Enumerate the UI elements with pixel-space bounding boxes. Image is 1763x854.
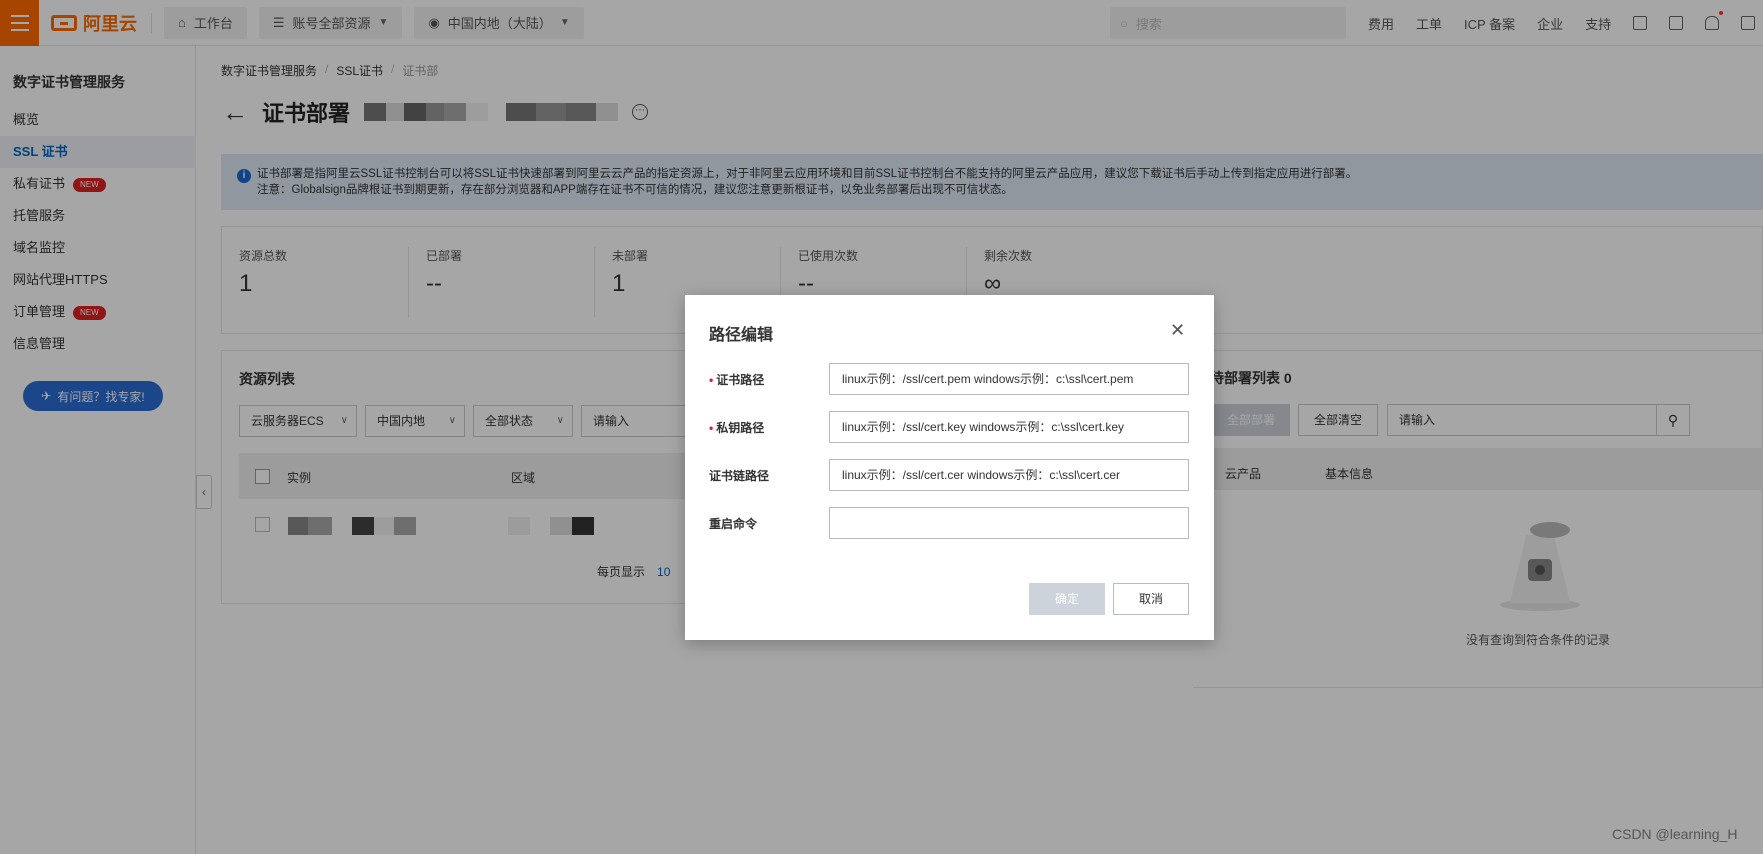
close-icon[interactable]: ✕ (1170, 321, 1185, 339)
dialog-title: 路径编辑 (709, 327, 774, 344)
required-mark: • (709, 421, 714, 435)
field-label: 证书链路径 (709, 469, 770, 483)
field-label: 证书路径 (716, 373, 765, 387)
cancel-button[interactable]: 取消 (1113, 583, 1189, 615)
key-path-input[interactable]: linux示例：/ssl/cert.key windows示例：c:\ssl\c… (829, 411, 1189, 443)
cert-path-label: • 证书路径 (709, 371, 764, 388)
required-mark: • (709, 373, 714, 387)
path-edit-dialog: 路径编辑 ✕ • 证书路径 linux示例：/ssl/cert.pem windo… (685, 295, 1214, 640)
restart-command-input[interactable] (829, 507, 1189, 539)
chain-path-input[interactable]: linux示例：/ssl/cert.cer windows示例：c:\ssl\c… (829, 459, 1189, 491)
field-label: 重启命令 (709, 517, 758, 531)
cert-path-input[interactable]: linux示例：/ssl/cert.pem windows示例：c:\ssl\c… (829, 363, 1189, 395)
restart-command-label: 重启命令 (709, 515, 757, 532)
key-path-label: • 私钥路径 (709, 419, 764, 436)
chain-path-label: 证书链路径 (709, 467, 769, 484)
confirm-button[interactable]: 确定 (1029, 583, 1105, 615)
watermark: CSDN @learning_H (1612, 826, 1738, 842)
field-label: 私钥路径 (716, 421, 765, 435)
